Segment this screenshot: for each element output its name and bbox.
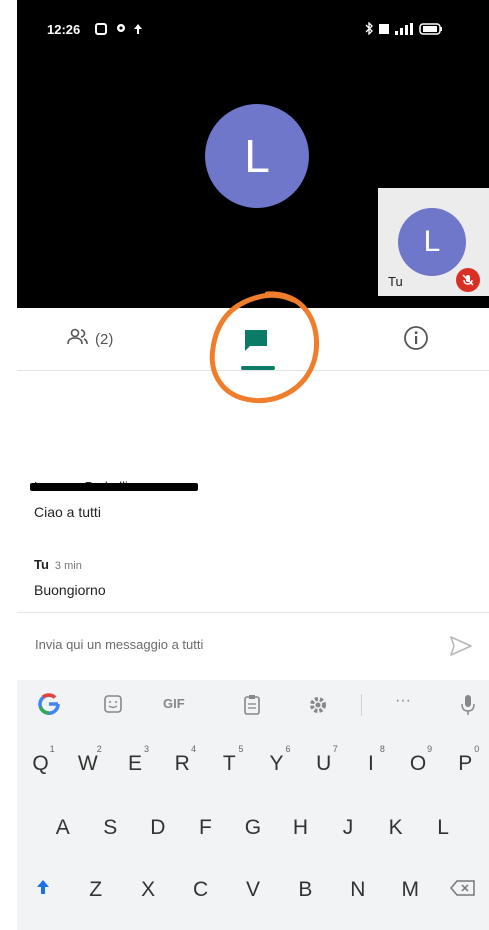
key-p[interactable]: P0	[445, 742, 485, 786]
key-s[interactable]: S	[90, 806, 130, 850]
self-avatar: L	[398, 208, 466, 276]
key-d[interactable]: D	[138, 806, 178, 850]
key-f[interactable]: F	[185, 806, 225, 850]
key-i[interactable]: I8	[351, 742, 391, 786]
shift-key[interactable]	[23, 868, 63, 912]
message-item: Tu 3 min Buongiorno	[34, 556, 106, 598]
status-bar: 12:26	[17, 0, 489, 54]
backspace-icon	[449, 878, 476, 902]
message-sender: Tu	[34, 557, 49, 572]
key-x[interactable]: X	[128, 868, 168, 912]
clipboard-icon[interactable]	[243, 694, 261, 719]
video-area: 12:26 L L Tu	[17, 0, 489, 308]
compose-bar	[17, 612, 489, 681]
key-v[interactable]: V	[233, 868, 273, 912]
send-icon[interactable]	[449, 635, 473, 662]
key-t[interactable]: T5	[209, 742, 249, 786]
people-icon	[67, 328, 89, 350]
mic-muted-icon	[456, 268, 480, 292]
shift-arrow-icon	[35, 878, 51, 902]
message-text: Ciao a tutti	[34, 504, 101, 520]
photo-notification-icon	[95, 22, 107, 40]
battery-icon	[419, 22, 443, 40]
key-g[interactable]: G	[233, 806, 273, 850]
key-c[interactable]: C	[181, 868, 221, 912]
key-j[interactable]: J	[328, 806, 368, 850]
key-u[interactable]: U7	[304, 742, 344, 786]
participant-avatar[interactable]: L	[205, 104, 309, 208]
location-icon	[115, 22, 127, 40]
sticker-icon[interactable]	[103, 694, 123, 717]
tab-people[interactable]: (2)	[67, 324, 113, 354]
key-z[interactable]: Z	[76, 868, 116, 912]
gif-button[interactable]: GIF	[163, 696, 185, 711]
key-b[interactable]: B	[285, 868, 325, 912]
more-button[interactable]: ···	[395, 692, 411, 710]
google-g-icon[interactable]	[37, 692, 61, 719]
key-row-3: Z X C V B N M	[17, 868, 489, 912]
key-n[interactable]: N	[338, 868, 378, 912]
key-y[interactable]: Y6	[257, 742, 297, 786]
self-video-tile[interactable]: L Tu	[378, 188, 489, 296]
self-label: Tu	[388, 274, 403, 289]
key-h[interactable]: H	[281, 806, 321, 850]
people-count: (2)	[95, 330, 114, 348]
message-text: Buongiorno	[34, 582, 106, 598]
vibrate-icon	[378, 22, 390, 40]
annotation-circle	[209, 291, 320, 404]
backspace-key[interactable]	[443, 868, 483, 912]
message-input[interactable]	[35, 637, 425, 652]
upload-icon	[133, 22, 143, 40]
key-l[interactable]: L	[423, 806, 463, 850]
bluetooth-icon	[365, 21, 373, 40]
info-icon[interactable]	[403, 325, 429, 356]
key-m[interactable]: M	[390, 868, 430, 912]
key-w[interactable]: W2	[68, 742, 108, 786]
mic-icon[interactable]	[461, 694, 475, 719]
key-e[interactable]: E3	[115, 742, 155, 786]
status-time: 12:26	[47, 22, 81, 37]
key-k[interactable]: K	[376, 806, 416, 850]
key-r[interactable]: R4	[162, 742, 202, 786]
key-row-1: Q1 W2 E3 R4 T5 Y6 U7 I8 O9 P0	[17, 742, 489, 786]
key-a[interactable]: A	[43, 806, 83, 850]
settings-icon[interactable]	[307, 694, 329, 719]
key-o[interactable]: O9	[398, 742, 438, 786]
signal-icon	[395, 22, 413, 40]
redaction-bar	[30, 483, 198, 491]
keyboard-toolbar: GIF ···	[17, 680, 489, 732]
message-time: 3 min	[54, 560, 82, 572]
toolbar-divider	[361, 694, 362, 716]
key-q[interactable]: Q1	[21, 742, 61, 786]
key-row-2: A S D F G H J K L	[17, 806, 489, 850]
keyboard: GIF ··· Q1 W2 E3 R4 T5 Y6 U7 I8 O9 P0 A …	[17, 680, 489, 930]
